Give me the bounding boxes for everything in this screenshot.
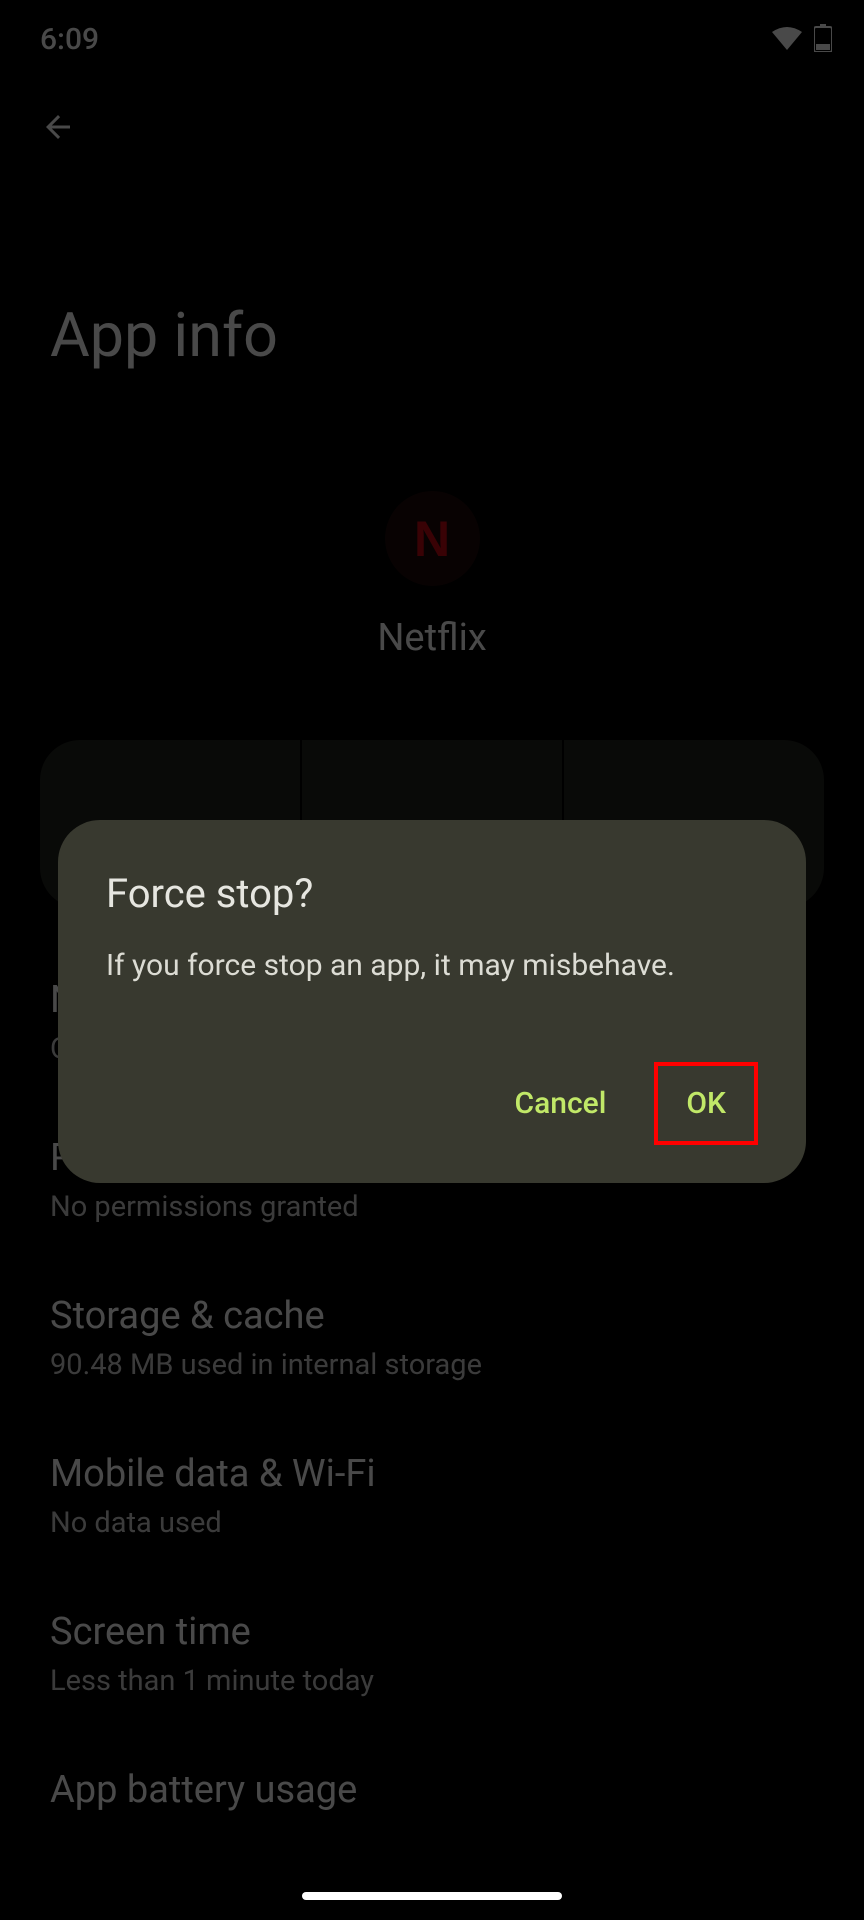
navigation-bar[interactable] (302, 1892, 562, 1900)
force-stop-dialog: Force stop? If you force stop an app, it… (58, 820, 806, 1183)
cancel-button[interactable]: Cancel (497, 1066, 625, 1141)
dialog-message: If you force stop an app, it may misbeha… (106, 945, 758, 987)
dialog-title: Force stop? (106, 870, 758, 917)
ok-button[interactable]: OK (654, 1062, 758, 1145)
dialog-buttons: Cancel OK (106, 1062, 758, 1145)
